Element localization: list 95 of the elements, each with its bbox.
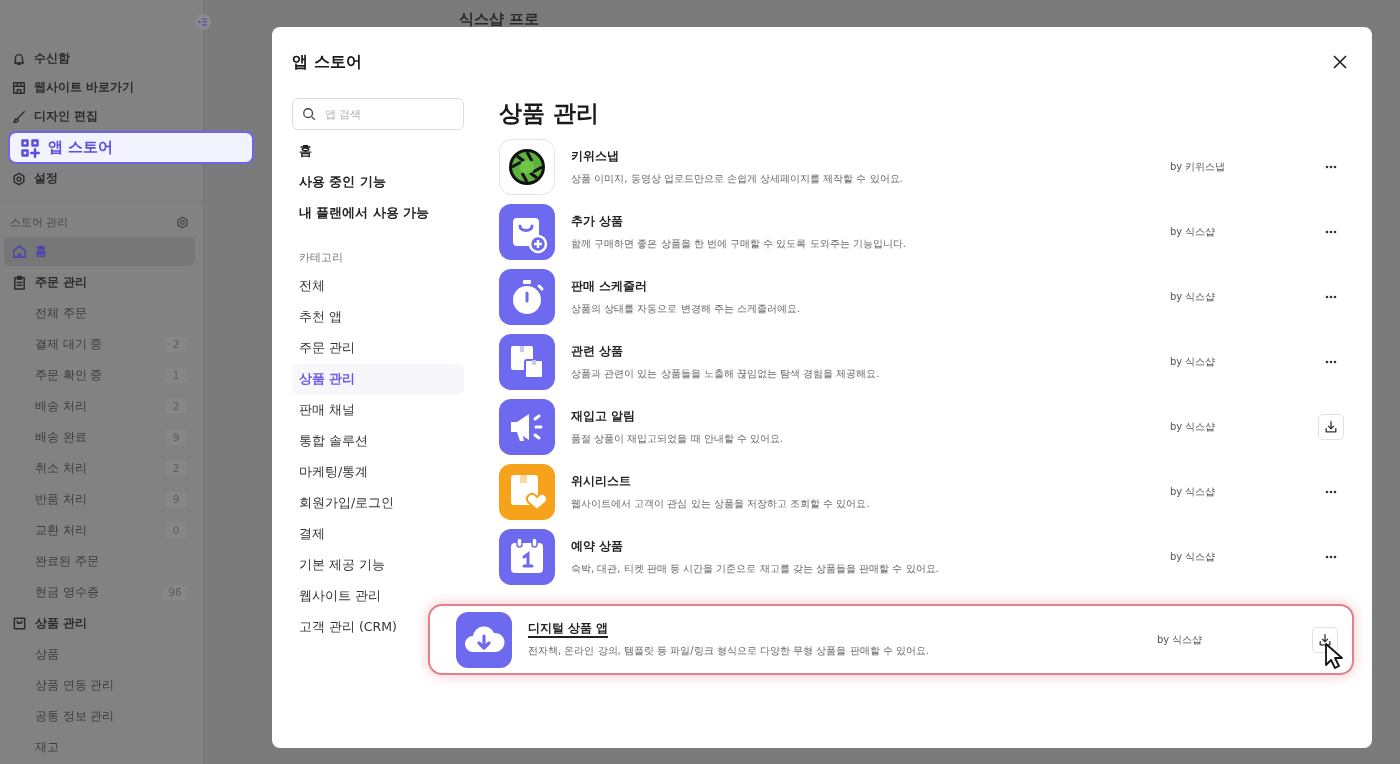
category-item[interactable]: 기본 제공 기능 — [292, 550, 392, 581]
category-item[interactable]: 전체 — [292, 271, 332, 302]
app-title[interactable]: 관련 상품 — [571, 343, 623, 359]
app-title[interactable]: 키위스냅 — [571, 148, 619, 164]
category-item[interactable]: 웹사이트 관리 — [292, 581, 388, 612]
app-author: by 식스샵 — [1170, 485, 1217, 499]
section-heading: 상품 관리 — [499, 99, 600, 128]
app-author: by 식스샵 — [1170, 550, 1217, 564]
sidebar-subitem[interactable]: 배송 처리 — [35, 399, 87, 414]
app-author: by 키위스냅 — [1170, 160, 1227, 174]
more-icon — [1325, 490, 1337, 494]
cursor-icon — [1324, 642, 1344, 670]
close-icon — [1332, 54, 1348, 70]
brush-icon — [12, 109, 26, 124]
app-title[interactable]: 추가 상품 — [571, 213, 623, 229]
nav-item[interactable]: 홈 — [292, 136, 464, 167]
cloud-download-icon — [456, 611, 512, 668]
app-description: 전자책, 온라인 강의, 템플릿 등 파일/링크 형식으로 다양한 무형 상품을 판매할 수 있어요. — [528, 644, 931, 658]
download-icon — [1318, 632, 1332, 647]
sidebar-subitem[interactable]: 완료된 주문 — [35, 554, 99, 569]
clipboard-icon — [12, 275, 27, 290]
sidebar-link[interactable]: 수신함 — [0, 44, 203, 73]
app-description: 상품의 상태를 자동으로 변경해 주는 스케줄러예요. — [571, 301, 802, 316]
sidebar-subitem[interactable]: 전체 주문 — [35, 306, 87, 321]
sidebar-subitem[interactable]: 결제 대기 중 — [35, 337, 103, 352]
sidebar-subitem[interactable]: 공통 정보 관리 — [35, 709, 115, 724]
sidebar-link[interactable]: 웹사이트 바로가기 — [0, 73, 203, 102]
sidebar-subitem[interactable]: 주문 확인 중 — [35, 368, 103, 383]
sidebar-link[interactable]: 설정 — [0, 164, 203, 193]
bag-plus-icon — [499, 204, 555, 260]
dialog-title: 앱 스토어 — [292, 51, 362, 73]
app-description: 상품 이미지, 동영상 업로드만으로 손쉽게 상세페이지를 제작할 수 있어요. — [571, 171, 904, 186]
app-author: by 식스샵 — [1170, 225, 1217, 239]
sidebar-subitem[interactable]: 상품 연동 관리 — [35, 678, 115, 693]
search-icon — [302, 107, 316, 121]
more-icon — [1325, 555, 1337, 559]
category-item[interactable]: 판매 채널 — [292, 395, 362, 426]
sidebar-subitem[interactable]: 재고 — [35, 740, 59, 755]
app-title[interactable]: 판매 스케줄러 — [571, 278, 647, 294]
sidebar-subitem[interactable]: 현금 영수증 — [35, 585, 99, 600]
more-icon — [1325, 360, 1337, 364]
category-item[interactable]: 결제 — [292, 519, 332, 550]
app-description: 함께 구매하면 좋은 상품을 한 번에 구매할 수 있도록 도와주는 기능입니다. — [571, 236, 907, 251]
home-icon — [12, 244, 27, 259]
sidebar-subitem[interactable]: 상품 — [35, 647, 59, 662]
download-icon — [1324, 420, 1338, 434]
sidebar-item[interactable]: 상품 관리 — [4, 609, 195, 638]
bag-icon — [12, 616, 27, 631]
collapse-icon[interactable] — [195, 14, 211, 30]
apps-add-icon — [20, 137, 40, 158]
app-description: 상품과 관련이 있는 상품들을 노출해 끊임없는 탐색 경험을 제공해요. — [571, 366, 881, 381]
app-description: 웹사이트에서 고객이 관심 있는 상품을 저장하고 조회할 수 있어요. — [571, 496, 871, 511]
app-title[interactable]: 예약 상품 — [571, 538, 623, 554]
sidebar-subitem[interactable]: 교환 처리 — [35, 523, 87, 538]
app-author: by 식스샵 — [1170, 290, 1217, 304]
calendar-icon — [499, 529, 555, 585]
more-icon — [1325, 295, 1337, 299]
app-title[interactable]: 재입고 알림 — [571, 408, 635, 424]
more-icon — [1325, 230, 1337, 234]
category-item[interactable]: 주문 관리 — [292, 333, 362, 364]
bell-icon — [12, 51, 26, 66]
app-author: by 식스샵 — [1170, 355, 1217, 369]
category-item[interactable]: 고객 관리 (CRM) — [292, 612, 404, 643]
category-item[interactable]: 추천 앱 — [292, 302, 349, 333]
app-description: 숙박, 대관, 티켓 판매 등 시간을 기준으로 재고를 갖는 상품들을 판매할 수 있어요. — [571, 561, 940, 576]
page-title: 식스샵 프로 — [459, 10, 541, 29]
settings-icon — [12, 171, 26, 186]
search-field[interactable]: 앱 검색 — [292, 98, 464, 130]
sidebar-item[interactable]: 주문 관리 — [4, 268, 195, 297]
download-button[interactable] — [1318, 414, 1344, 440]
app-author: by 식스샵 — [1157, 632, 1204, 647]
camera-aperture-icon — [499, 139, 555, 195]
category-item[interactable]: 통합 솔루션 — [292, 426, 375, 457]
stopwatch-icon — [499, 269, 555, 325]
app-title[interactable]: 디지털 상품 앱 — [528, 621, 608, 636]
category-item[interactable]: 회원가입/로그인 — [292, 488, 402, 519]
settings-icon[interactable] — [176, 215, 189, 229]
sidebar-link[interactable]: 디자인 편집 — [0, 102, 203, 131]
nav-item[interactable]: 내 플랜에서 사용 가능 — [292, 198, 464, 229]
category-heading: 카테고리 — [298, 249, 344, 266]
boxes-icon — [499, 334, 555, 390]
store-icon — [12, 80, 26, 95]
category-item[interactable]: 마케팅/통계 — [292, 457, 376, 488]
nav-item[interactable]: 사용 중인 기능 — [292, 167, 464, 198]
sidebar-subitem[interactable]: 취소 처리 — [35, 461, 87, 476]
megaphone-icon — [499, 399, 555, 455]
app-description: 품절 상품이 재입고되었을 때 안내할 수 있어요. — [571, 431, 785, 446]
sidebar-link[interactable]: 앱 스토어 — [8, 131, 254, 164]
download-button[interactable] — [1312, 626, 1338, 653]
category-item[interactable]: 상품 관리 — [292, 364, 464, 395]
app-title[interactable]: 위시리스트 — [571, 473, 631, 489]
sidebar-subitem[interactable]: 반품 처리 — [35, 492, 87, 507]
sidebar-subitem[interactable]: 배송 완료 — [35, 430, 87, 445]
app-author: by 식스샵 — [1170, 420, 1217, 434]
more-icon — [1325, 165, 1337, 169]
